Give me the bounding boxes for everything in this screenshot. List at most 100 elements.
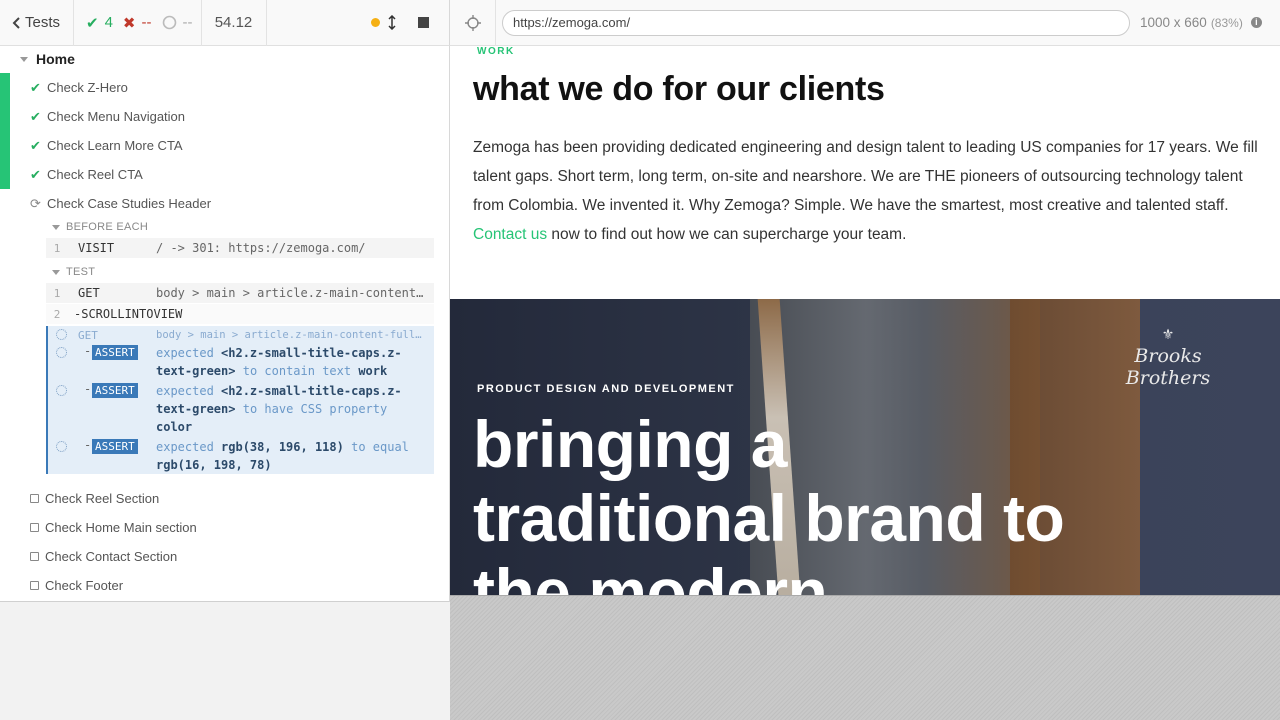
test-label: Check Learn More CTA (47, 138, 183, 153)
run-controls (371, 15, 449, 30)
refresh-icon: ⟳ (30, 195, 41, 211)
assert-word: to equal (351, 440, 409, 454)
assert-badge: ASSERT (92, 345, 138, 360)
test-label: Check Reel Section (45, 491, 160, 506)
collapse-triangle-icon (20, 56, 28, 62)
test-item-pending[interactable]: Check Contact Section (30, 542, 177, 571)
passed-count: 4 (104, 14, 113, 31)
assert-badge: ASSERT (92, 383, 138, 398)
duration: 54.12 (200, 0, 267, 46)
case-study-hero[interactable]: ⚜ Brooks Brothers PRODUCT DESIGN AND DEV… (450, 299, 1280, 595)
command-name: -SCROLLINTOVIEW (74, 307, 183, 321)
assert-row[interactable]: - ASSERT expected <h2.z-small-title-caps… (48, 344, 434, 382)
running-indicator-icon (371, 18, 380, 27)
sheep-crest-icon: ⚜ (1161, 327, 1175, 343)
paragraph-text: Zemoga has been providing dedicated engi… (473, 139, 1258, 214)
pending-count: -- (182, 14, 193, 31)
viewport-zoom: (83%) (1210, 15, 1243, 30)
assert-message: expected <h2.z-small-title-caps.z-text-g… (156, 382, 426, 436)
failed-count: -- (141, 14, 152, 31)
assert-badge: ASSERT (92, 439, 138, 454)
assert-word: expected (156, 440, 214, 454)
before-each-hook[interactable]: BEFORE EACH (52, 221, 148, 233)
info-icon: i (1250, 17, 1262, 28)
auto-scroll-icon[interactable] (388, 15, 396, 30)
test-item-running[interactable]: ⟳ Check Case Studies Header (30, 189, 211, 218)
hook-title: BEFORE EACH (66, 221, 149, 233)
test-item[interactable]: ✔ Check Reel CTA (30, 160, 143, 189)
suite-name: Home (36, 51, 75, 67)
command-row[interactable]: 1 GET body > main > article.z-main-conte… (46, 283, 434, 303)
assert-row[interactable]: - ASSERT expected <h2.z-small-title-caps… (48, 382, 434, 438)
test-item[interactable]: ✔ Check Learn More CTA (30, 131, 183, 160)
section-paragraph: Zemoga has been providing dedicated engi… (473, 133, 1263, 249)
brand-name: Brooks Brothers (1125, 345, 1211, 389)
check-icon: ✔ (86, 14, 99, 32)
check-icon: ✔ (30, 137, 41, 153)
assert-word: to contain text (242, 364, 352, 378)
pending-checkbox-icon (30, 523, 39, 532)
spinner-icon (56, 385, 67, 396)
reporter-header: Tests ✔ 4 ✖ -- -- 54.12 (0, 0, 450, 46)
hook-title: TEST (66, 266, 96, 278)
command-message: / -> 301: https://zemoga.com/ (156, 241, 366, 255)
passed-indicator-bar (0, 73, 10, 189)
hero-title: bringing a traditional brand to the mode… (473, 407, 1065, 595)
section-eyebrow: WORK (477, 46, 515, 57)
test-item-pending[interactable]: Check Reel Section (30, 484, 159, 513)
test-hook[interactable]: TEST (52, 266, 95, 278)
viewport-size[interactable]: 1000 x 660 (83%) i (1140, 15, 1262, 30)
failed-stat[interactable]: ✖ -- (123, 14, 152, 32)
pending-checkbox-icon (30, 552, 39, 561)
command-name: GET (78, 286, 100, 300)
command-name: GET (78, 328, 98, 342)
command-row[interactable]: 1 VISIT / -> 301: https://zemoga.com/ (46, 238, 434, 258)
assert-row[interactable]: - ASSERT expected rgb(38, 196, 118) to e… (48, 438, 434, 474)
assert-word: expected (156, 346, 214, 360)
test-label: Check Case Studies Header (47, 196, 212, 211)
section-heading: what we do for our clients (473, 70, 885, 108)
check-icon: ✔ (30, 108, 41, 124)
url-bar: https://zemoga.com/ 1000 x 660 (83%) i (450, 0, 1280, 46)
url-input[interactable]: https://zemoga.com/ (502, 9, 1130, 36)
x-icon: ✖ (122, 14, 136, 32)
selector-playground-button[interactable] (450, 0, 496, 46)
assert-subject: rgb(38, 196, 118) (221, 440, 344, 454)
pending-stat[interactable]: -- (162, 14, 193, 31)
command-number: 1 (53, 241, 61, 255)
command-message: body > main > article.z-main-content-ful… (156, 329, 426, 341)
nesting-dash: - (84, 438, 92, 452)
command-row-pending[interactable]: GET body > main > article.z-main-content… (48, 326, 434, 344)
assert-value: rgb(16, 198, 78) (156, 458, 272, 472)
viewport-dimensions: 1000 x 660 (1140, 15, 1207, 30)
test-item-pending[interactable]: Check Footer (30, 571, 123, 600)
tests-back-button[interactable]: Tests (0, 0, 74, 46)
contact-link[interactable]: Contact us (473, 226, 547, 243)
pending-circle-icon (162, 15, 176, 30)
test-item[interactable]: ✔ Check Z-Hero (30, 73, 128, 102)
stats: ✔ 4 ✖ -- -- (74, 0, 201, 46)
hero-eyebrow: PRODUCT DESIGN AND DEVELOPMENT (477, 383, 735, 395)
assert-word: expected (156, 384, 214, 398)
test-item-pending[interactable]: Check Home Main section (30, 513, 197, 542)
collapse-triangle-icon (52, 224, 60, 230)
test-label: Check Reel CTA (47, 167, 143, 182)
command-number: 2 (53, 307, 61, 321)
test-label: Check Contact Section (45, 549, 178, 564)
assert-value: color (156, 420, 193, 434)
command-number: 1 (53, 286, 61, 300)
command-message: body > main > article.z-main-content… (156, 286, 424, 300)
stop-icon[interactable] (418, 17, 429, 28)
passed-stat[interactable]: ✔ 4 (86, 14, 113, 32)
crosshair-icon (464, 14, 481, 31)
check-icon: ✔ (30, 79, 41, 95)
test-item[interactable]: ✔ Check Menu Navigation (30, 102, 185, 131)
nesting-dash: - (84, 382, 92, 396)
assert-word: to have CSS property (242, 402, 388, 416)
brand-logo: ⚜ Brooks Brothers (1098, 327, 1238, 389)
command-row[interactable]: 2 -SCROLLINTOVIEW (46, 304, 434, 324)
assert-message: expected <h2.z-small-title-caps.z-text-g… (156, 344, 426, 380)
paragraph-text: now to find out how we can supercharge y… (551, 226, 907, 243)
suite-title[interactable]: Home (20, 51, 75, 67)
assert-message: expected rgb(38, 196, 118) to equal rgb(… (156, 438, 426, 474)
